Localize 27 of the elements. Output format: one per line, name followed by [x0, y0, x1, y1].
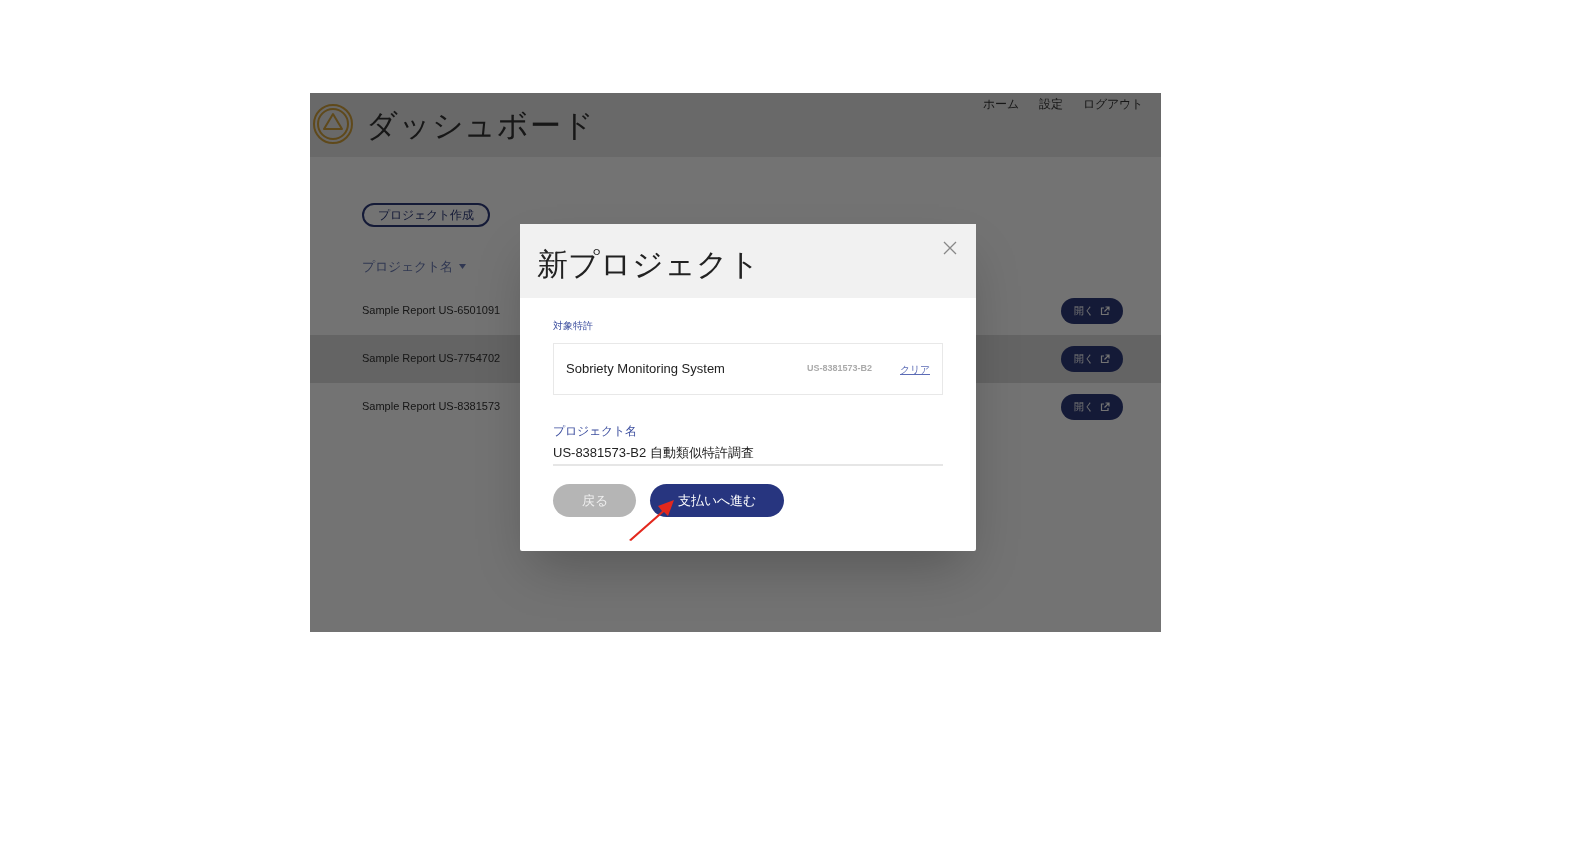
nav-link[interactable]: ログアウト: [1083, 95, 1143, 113]
project-name: Sample Report US-7754702: [362, 351, 501, 367]
project-name-field[interactable]: US-8381573-B2 自動類似特許調査: [553, 442, 943, 466]
patent-title: Sobriety Monitoring System: [566, 360, 725, 379]
open-button[interactable]: 開く: [1061, 297, 1123, 324]
proceed-button[interactable]: 支払いへ進む: [650, 484, 784, 517]
sort-caret-icon: [459, 264, 466, 270]
clear-link[interactable]: クリア: [900, 361, 930, 377]
pointer-arrow: [628, 499, 676, 541]
field-label: プロジェクト名: [553, 423, 638, 440]
nav-link[interactable]: ホーム: [983, 95, 1019, 113]
logo-icon: [312, 103, 354, 145]
patent-number: US-8381573-B2: [806, 362, 872, 376]
open-button[interactable]: 開く: [1061, 345, 1123, 372]
project-name: Sample Report US-6501091: [362, 303, 501, 319]
external-link-icon: [1100, 305, 1110, 316]
page-title: ダッシュボード: [366, 107, 595, 145]
create-project-button[interactable]: プロジェクト作成: [362, 203, 490, 227]
column-header[interactable]: プロジェクト名: [362, 257, 453, 277]
field-label: 対象特許: [553, 319, 594, 333]
nav-link[interactable]: 設定: [1039, 95, 1063, 113]
open-button[interactable]: 開く: [1061, 393, 1123, 420]
external-link-icon: [1100, 353, 1110, 364]
external-link-icon: [1100, 401, 1110, 412]
dialog-title: 新プロジェクト: [537, 245, 760, 284]
close-icon[interactable]: [943, 241, 957, 255]
project-name: Sample Report US-8381573: [362, 399, 501, 415]
